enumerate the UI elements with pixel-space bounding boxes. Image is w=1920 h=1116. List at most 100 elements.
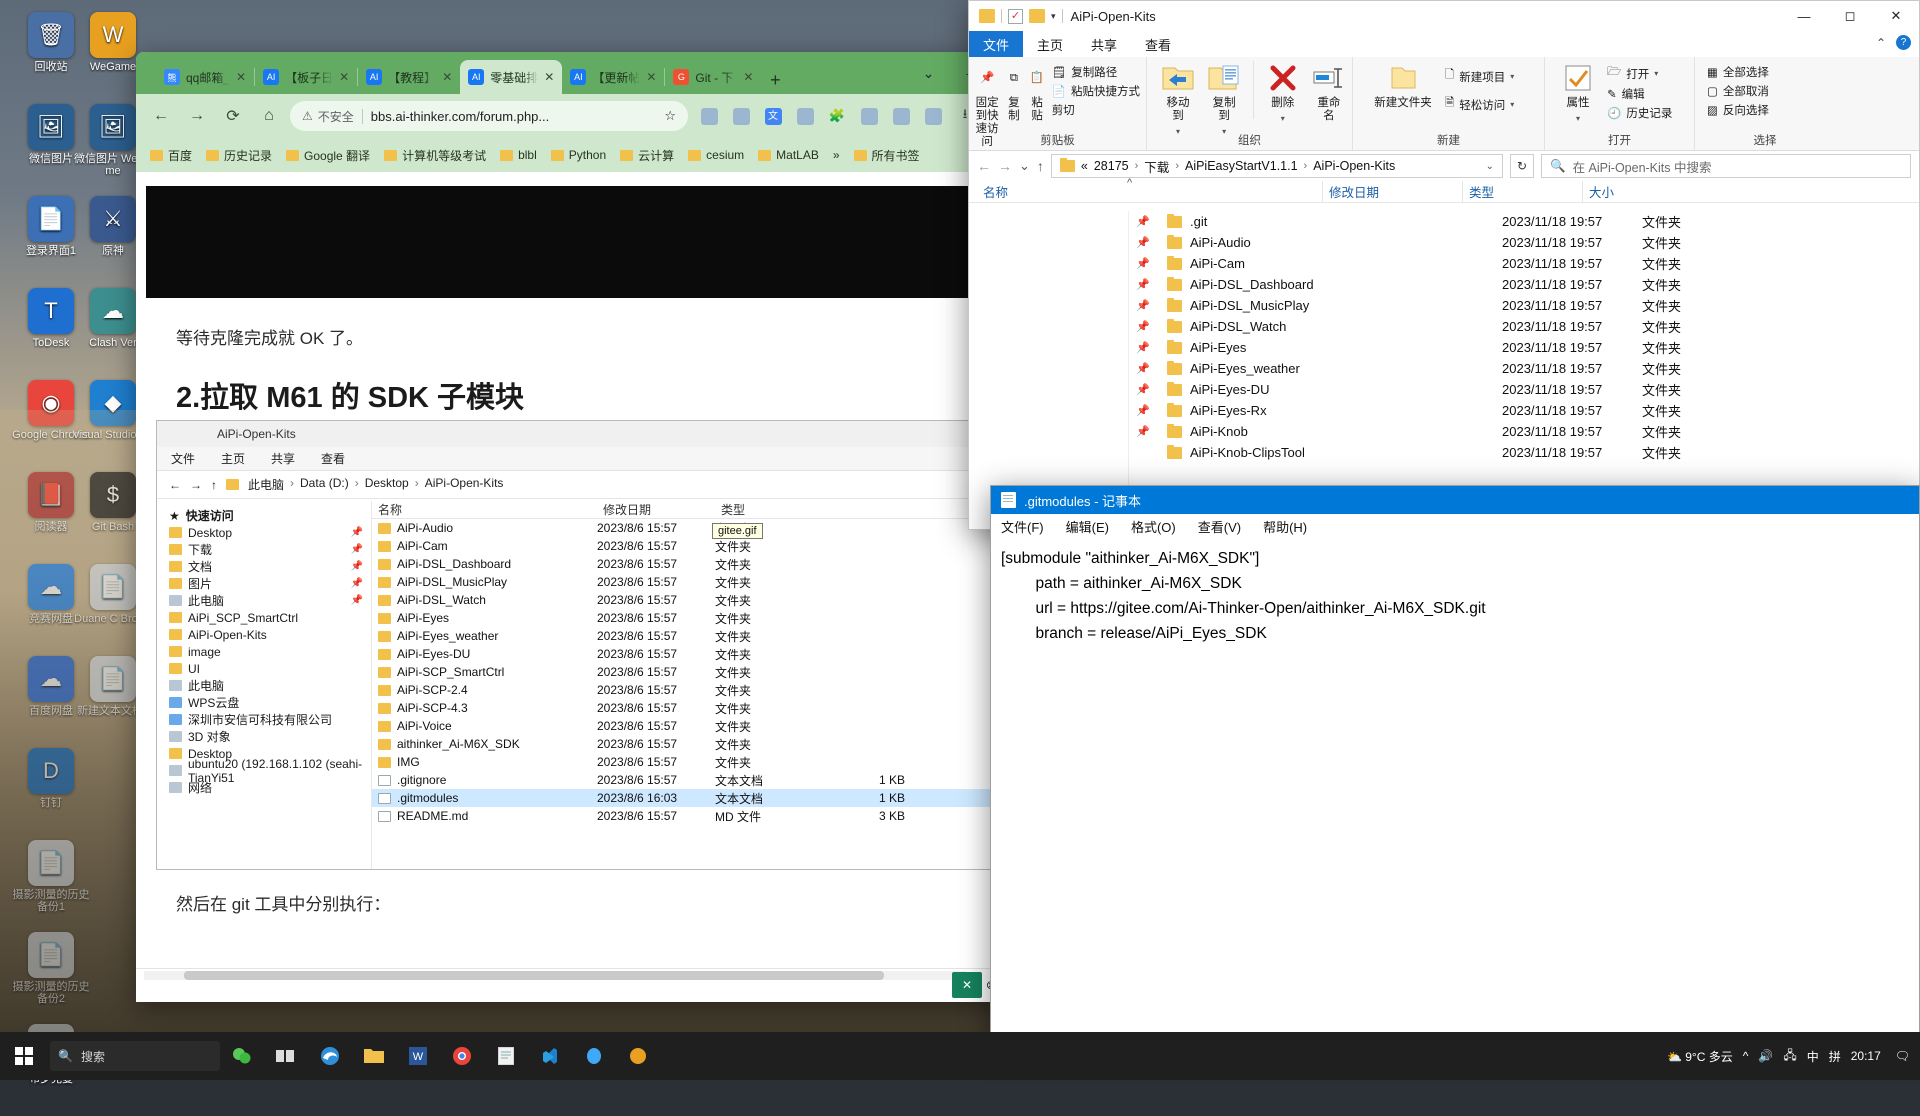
embedded-file-row[interactable]: AiPi-Voice 2023/8/6 15:57 文件夹	[372, 717, 1010, 735]
embedded-nav-item-3[interactable]: 图片 📌	[157, 575, 371, 592]
embedded-crumb-3[interactable]: AiPi-Open-Kits	[425, 476, 504, 493]
up-icon[interactable]: ↑	[211, 478, 217, 492]
bookmark-1[interactable]: 历史记录	[206, 147, 272, 164]
extension-icon-7[interactable]	[918, 101, 948, 131]
tab-close-icon[interactable]: ✕	[236, 70, 246, 84]
bookmark-5[interactable]: Python	[550, 148, 606, 162]
embedded-nav-item-7[interactable]: image	[157, 643, 371, 660]
ribbon-tab-2[interactable]: 共享	[1077, 31, 1131, 57]
taskbar-app-qq[interactable]	[572, 1032, 616, 1080]
embedded-menu-3[interactable]: 查看	[321, 450, 345, 467]
explorer-crumb-3[interactable]: AiPiEasyStartV1.1.1	[1185, 159, 1298, 173]
bookmark-3[interactable]: 计算机等级考试	[384, 147, 486, 164]
copy-to-button[interactable]: 复制到 ▾	[1207, 61, 1241, 138]
cut-button[interactable]: 剪切	[1052, 102, 1140, 118]
pin-icon[interactable]: 📌	[351, 544, 363, 555]
column-size[interactable]: 大小	[1582, 180, 1672, 203]
pin-icon[interactable]: 📌	[1129, 274, 1157, 295]
taskbar-app-word[interactable]: W	[396, 1032, 440, 1080]
new-item-caret-icon[interactable]: ▾	[1510, 72, 1514, 81]
pin-icon[interactable]: 📌	[1129, 253, 1157, 274]
move-to-button[interactable]: 移动到 ▾	[1161, 61, 1195, 138]
translate-icon[interactable]: 文	[758, 101, 788, 131]
extension-icon-5[interactable]	[854, 101, 884, 131]
embedded-crumb-2[interactable]: Desktop	[365, 476, 409, 493]
tab-close-icon[interactable]: ✕	[743, 70, 753, 84]
taskbar-app-chrome[interactable]	[440, 1032, 484, 1080]
embedded-col-date[interactable]: 修改日期	[597, 501, 715, 518]
embedded-file-row[interactable]: AiPi-Audio 2023/8/6 15:57 文件夹	[372, 519, 1010, 537]
embedded-nav-item-1[interactable]: 下载 📌	[157, 541, 371, 558]
embedded-nav-item-15[interactable]: 网络	[157, 779, 371, 796]
table-row[interactable]: AiPi-Audio 2023/11/18 19:57 文件夹	[1157, 232, 1919, 253]
invert-selection-button[interactable]: ▨ 反向选择	[1707, 102, 1769, 118]
scrollbar-thumb[interactable]	[184, 971, 884, 980]
folder-icon[interactable]	[979, 9, 995, 23]
notepad-menu-2[interactable]: 格式(O)	[1131, 517, 1176, 536]
pin-icon[interactable]: 📌	[1129, 211, 1157, 232]
browser-tab-1[interactable]: AI 【板子日 ✕	[255, 60, 357, 94]
puzzle-icon[interactable]: 🧩	[822, 101, 852, 131]
open-caret-icon[interactable]: ▾	[1654, 69, 1658, 78]
horizontal-scrollbar[interactable]	[144, 971, 966, 980]
embedded-nav-item-0[interactable]: Desktop 📌	[157, 524, 371, 541]
new-folder-button[interactable]: 新建文件夹	[1371, 61, 1435, 110]
embedded-nav-item-2[interactable]: 文档 📌	[157, 558, 371, 575]
volume-icon[interactable]: 🔊	[1758, 1049, 1773, 1063]
reload-icon[interactable]: ⟳	[218, 101, 248, 131]
breadcrumb-dropdown-icon[interactable]: ⌄	[1486, 161, 1494, 172]
taskbar-app-wechat[interactable]	[220, 1032, 264, 1080]
address-bar[interactable]: ⚠ 不安全 bbs.ai-thinker.com/forum.php... ☆	[290, 101, 688, 131]
embedded-file-row[interactable]: AiPi-Eyes 2023/8/6 15:57 文件夹	[372, 609, 1010, 627]
embedded-menu-1[interactable]: 主页	[221, 450, 245, 467]
explorer-maximize-button[interactable]: ◻	[1827, 1, 1873, 31]
embedded-file-row[interactable]: AiPi-DSL_Watch 2023/8/6 15:57 文件夹	[372, 591, 1010, 609]
bookmark-star-icon[interactable]: ☆	[664, 108, 676, 124]
back-icon[interactable]: ←	[169, 478, 181, 492]
embedded-file-row[interactable]: .gitmodules 2023/8/6 16:03 文本文档 1 KB	[372, 789, 1010, 807]
extension-icon-6[interactable]	[886, 101, 916, 131]
desktop-icon-7[interactable]: ☁ 百度网盘	[8, 656, 94, 742]
bookmarks-overflow-icon[interactable]: »	[833, 148, 840, 162]
table-row[interactable]: .git 2023/11/18 19:57 文件夹	[1157, 211, 1919, 232]
tab-close-icon[interactable]: ✕	[442, 70, 452, 84]
pin-icon[interactable]: 📌	[351, 578, 363, 589]
table-row[interactable]: AiPi-DSL_MusicPlay 2023/11/18 19:57 文件夹	[1157, 295, 1919, 316]
taskbar-search-box[interactable]: 🔍 搜索	[50, 1041, 220, 1071]
embedded-file-row[interactable]: aithinker_Ai-M6X_SDK 2023/8/6 15:57 文件夹	[372, 735, 1010, 753]
weather-indicator[interactable]: ⛅ 9°C 多云	[1667, 1048, 1733, 1065]
easy-access-button[interactable]: 🗎 轻松访问 ▾	[1445, 95, 1514, 114]
bookmark-7[interactable]: cesium	[688, 148, 744, 162]
back-icon[interactable]: ←	[977, 158, 991, 174]
pin-icon[interactable]: 📌	[1129, 421, 1157, 442]
extension-icon-3[interactable]	[790, 101, 820, 131]
desktop-icon-6[interactable]: ☁ 竞赛网盘	[8, 564, 94, 650]
new-folder-icon[interactable]	[1029, 9, 1045, 23]
taskbar-task-view[interactable]	[264, 1032, 308, 1080]
embedded-nav-item-5[interactable]: AiPi_SCP_SmartCtrl	[157, 609, 371, 626]
forward-icon[interactable]: →	[182, 101, 212, 131]
properties-caret-icon[interactable]: ▾	[1576, 112, 1580, 125]
explorer-crumb-4[interactable]: AiPi-Open-Kits	[1313, 159, 1395, 173]
desktop-icon-5[interactable]: 📕 阅读器	[8, 472, 94, 558]
embedded-file-row[interactable]: AiPi-SCP_SmartCtrl 2023/8/6 15:57 文件夹	[372, 663, 1010, 681]
embedded-file-row[interactable]: AiPi-DSL_MusicPlay 2023/8/6 15:57 文件夹	[372, 573, 1010, 591]
all-bookmarks-button[interactable]: 所有书签	[853, 147, 920, 164]
table-row[interactable]: AiPi-DSL_Watch 2023/11/18 19:57 文件夹	[1157, 316, 1919, 337]
edit-button[interactable]: ✎ 编辑	[1607, 86, 1672, 102]
tab-close-icon[interactable]: ✕	[544, 70, 554, 84]
browser-tab-3[interactable]: AI 零基础排 ✕	[460, 60, 563, 94]
embedded-file-row[interactable]: README.md 2023/8/6 15:57 MD 文件 3 KB	[372, 807, 1010, 825]
embedded-col-type[interactable]: 类型	[715, 501, 835, 518]
tab-close-icon[interactable]: ✕	[339, 70, 349, 84]
column-name[interactable]: 名称 ^	[977, 177, 1322, 203]
embedded-file-row[interactable]: AiPi-DSL_Dashboard 2023/8/6 15:57 文件夹	[372, 555, 1010, 573]
embedded-menu-0[interactable]: 文件	[171, 450, 195, 467]
notepad-menu-4[interactable]: 帮助(H)	[1263, 517, 1307, 536]
ribbon-tab-3[interactable]: 查看	[1131, 31, 1185, 57]
notepad-menu-1[interactable]: 编辑(E)	[1066, 517, 1109, 536]
embedded-file-row[interactable]: AiPi-SCP-2.4 2023/8/6 15:57 文件夹	[372, 681, 1010, 699]
forward-icon[interactable]: →	[998, 158, 1012, 174]
embedded-file-row[interactable]: AiPi-Eyes_weather 2023/8/6 15:57 文件夹	[372, 627, 1010, 645]
chrome-browser-window[interactable]: 熊 qq邮箱_ ✕ AI 【板子日 ✕ AI 【教程】 ✕ AI 零基础排 ✕ …	[136, 52, 1086, 1002]
